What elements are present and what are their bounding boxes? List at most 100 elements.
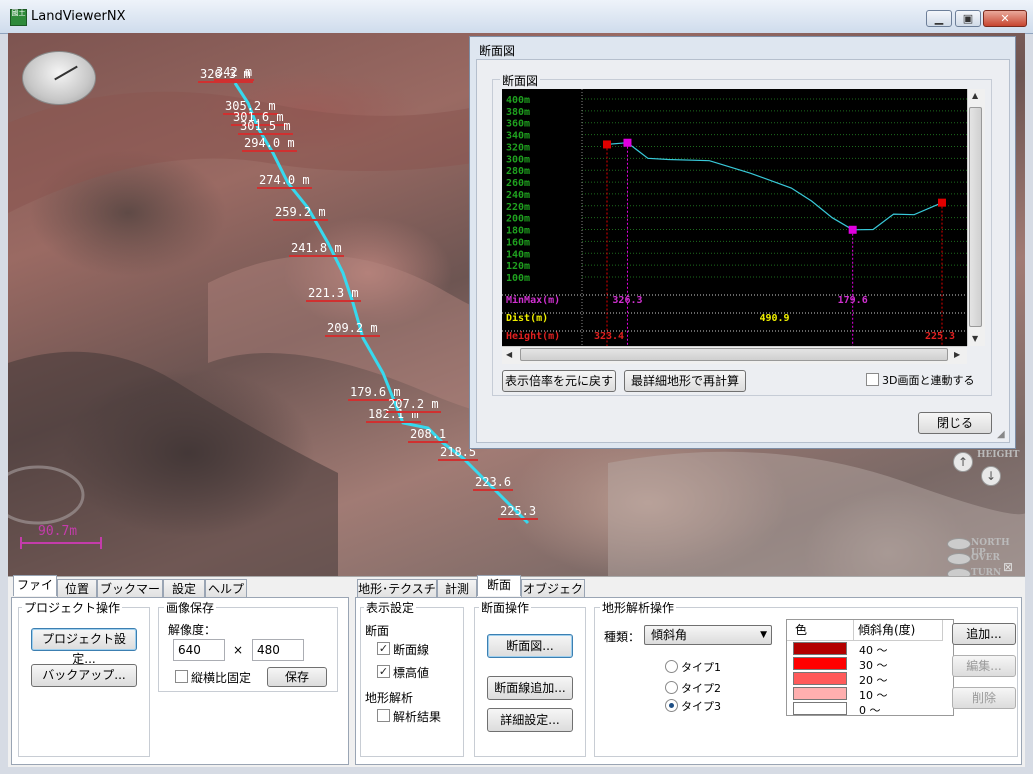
compass-needle-icon	[54, 65, 78, 81]
slope-value: 0 〜	[859, 704, 881, 717]
edit-slope-button[interactable]: 編集...	[952, 655, 1016, 677]
elevation-label: 223.6	[473, 475, 514, 491]
analysis-type-value: 傾斜角	[651, 628, 688, 642]
minimize-button[interactable]: ▁	[926, 10, 952, 27]
project-settings-button[interactable]: プロジェクト設定...	[31, 628, 137, 666]
y-tick-label: 140m	[506, 249, 530, 260]
profile-section-label: 断面	[365, 624, 390, 638]
navigation-control: ↑ ↓ HEIGHT NORTH UP OVER TURN	[943, 448, 1023, 576]
height-down-button[interactable]: ↓	[981, 466, 1001, 486]
color-swatch[interactable]	[793, 642, 847, 655]
y-tick-label: 300m	[506, 154, 530, 165]
slope-value: 10 〜	[859, 689, 888, 702]
y-tick-label: 400m	[506, 95, 530, 106]
type3-label: タイプ3	[681, 700, 721, 713]
backup-button[interactable]: バックアップ...	[31, 664, 137, 687]
delete-slope-button[interactable]: 削除	[952, 687, 1016, 709]
height-input[interactable]: 480	[252, 639, 304, 661]
add-profile-line-button[interactable]: 断面線追加...	[487, 676, 573, 700]
close-button[interactable]: ✕	[983, 10, 1027, 27]
tab-bookmark[interactable]: ブックマーク	[97, 579, 163, 614]
window-title: LandViewerNX	[31, 9, 126, 24]
analysis-type-select[interactable]: 傾斜角 ▼	[644, 625, 772, 645]
save-image-button[interactable]: 保存	[267, 667, 327, 687]
profile-view-button[interactable]: 断面図...	[487, 634, 573, 658]
y-tick-label: 220m	[506, 202, 530, 213]
y-tick-label: 360m	[506, 119, 530, 130]
turn-toggle[interactable]	[947, 568, 971, 576]
profile-marker	[848, 225, 857, 234]
project-group-title: プロジェクト操作	[22, 599, 123, 616]
minmax-value: 326.3	[612, 295, 642, 306]
profile-group-title: 断面図	[500, 72, 541, 89]
elevation-label: 301.5 m	[238, 119, 293, 135]
scroll-up-arrow-icon[interactable]: ▲	[972, 91, 978, 100]
vertical-scroll-thumb[interactable]	[969, 107, 982, 327]
resolution-label: 解像度：	[168, 623, 217, 637]
compass-dial[interactable]	[22, 51, 96, 105]
profile-line-checkbox[interactable]: ✓	[377, 642, 390, 655]
sync-3d-checkbox[interactable]	[866, 373, 879, 386]
title-bar: 國土 LandViewerNX ▁ ▣ ✕	[0, 0, 1033, 34]
close-icon: ✕	[1000, 12, 1010, 25]
scale-bar	[20, 542, 102, 544]
detail-settings-button[interactable]: 詳細設定...	[487, 708, 573, 732]
minimize-icon: ▁	[934, 12, 944, 25]
y-tick-label: 120m	[506, 261, 530, 272]
keep-aspect-checkbox[interactable]	[175, 670, 188, 683]
color-swatch[interactable]	[793, 702, 847, 715]
tab-help[interactable]: ヘルプ	[205, 579, 247, 597]
elevation-label: 209.2 m	[325, 321, 380, 337]
recalculate-button[interactable]: 最詳細地形で再計算	[624, 370, 746, 392]
type1-radio[interactable]	[665, 660, 678, 673]
tab-object[interactable]: オブジェクト	[521, 579, 585, 614]
maximize-icon: ▣	[962, 12, 974, 25]
type2-radio[interactable]	[665, 681, 678, 694]
checkmark-icon: ✓	[378, 665, 389, 678]
horizontal-scroll-thumb[interactable]	[520, 348, 948, 361]
profile-chart[interactable]: 400m 380m 360m 340m 320m 300m 280m 260m 240m 220m…	[502, 89, 967, 346]
analysis-result-checkbox[interactable]	[377, 709, 390, 722]
color-swatch[interactable]	[793, 672, 847, 685]
resize-grip-icon[interactable]: ◢	[997, 429, 1005, 440]
height-up-button[interactable]: ↑	[953, 452, 973, 472]
y-tick-label: 260m	[506, 178, 530, 189]
color-swatch[interactable]	[793, 687, 847, 700]
tab-position[interactable]: 位置	[57, 579, 97, 597]
profile-line-label: 断面線	[393, 643, 430, 657]
height-value: 225.3	[925, 331, 955, 342]
slope-column-header: 傾斜角(度)	[853, 620, 943, 641]
dialog-close-button[interactable]: 閉じる	[918, 412, 992, 434]
elevation-label: 225.3	[498, 504, 539, 520]
sync-3d-label: 3D画面と連動する	[882, 374, 975, 387]
reset-zoom-button[interactable]: 表示倍率を元に戻す	[502, 370, 616, 392]
profile-marker	[603, 140, 611, 149]
y-tick-label: 240m	[506, 190, 530, 201]
tab-file[interactable]: ファイル	[13, 575, 57, 610]
over-toggle[interactable]	[947, 553, 971, 565]
color-swatch[interactable]	[793, 657, 847, 670]
type3-radio[interactable]	[665, 699, 678, 712]
tab-measure[interactable]: 計測	[437, 579, 477, 597]
tab-settings[interactable]: 設定	[163, 579, 205, 597]
width-input[interactable]: 640	[173, 639, 225, 661]
height-label: Height(m)	[506, 330, 560, 342]
scroll-right-arrow-icon[interactable]: ▶	[954, 350, 960, 359]
add-slope-button[interactable]: 追加...	[952, 623, 1016, 645]
tab-profile[interactable]: 断面	[477, 575, 521, 596]
keep-aspect-label: 縦横比固定	[191, 671, 252, 685]
elevation-label: 221.3 m	[306, 286, 361, 302]
elevation-label: 207.2 m	[386, 397, 441, 413]
north-up-toggle[interactable]	[947, 538, 971, 550]
slope-value: 40 〜	[859, 644, 888, 657]
scroll-down-arrow-icon[interactable]: ▼	[972, 334, 978, 343]
maximize-button[interactable]: ▣	[955, 10, 981, 27]
arrow-down-icon: ↓	[985, 469, 997, 483]
tab-terrain-texture[interactable]: 地形･テクスチャ	[357, 579, 437, 614]
slope-color-table[interactable]: 色 傾斜角(度) 40 〜 30 〜 20 〜 10 〜 0 〜	[786, 619, 954, 717]
y-tick-label: 380m	[506, 107, 530, 118]
scroll-left-arrow-icon[interactable]: ◀	[506, 350, 512, 359]
elevation-checkbox[interactable]: ✓	[377, 665, 390, 678]
chevron-down-icon: ▼	[760, 630, 767, 640]
viewport-close-icon[interactable]: ⊠	[1003, 560, 1013, 574]
